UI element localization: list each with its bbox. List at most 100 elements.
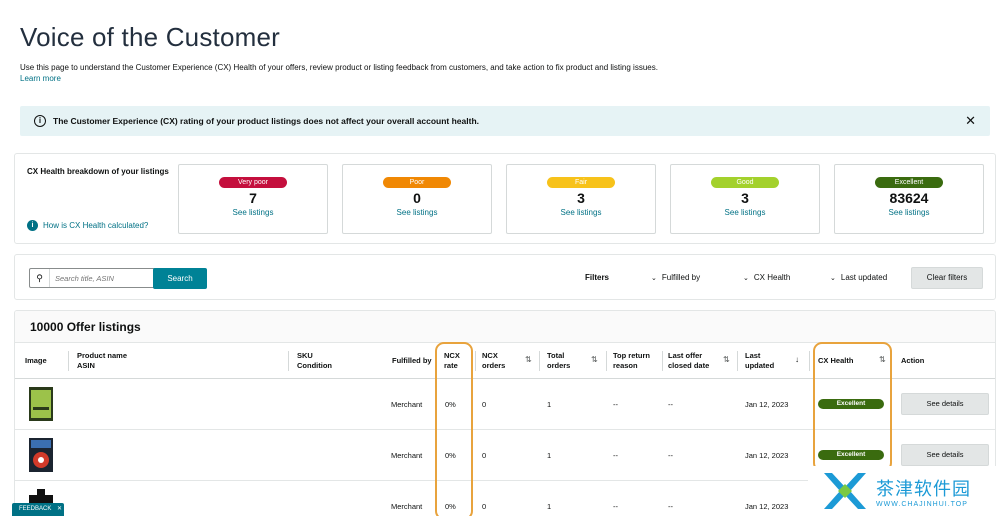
col-sku[interactable]: SKU Condition	[297, 351, 332, 371]
card-poor: Poor 0 See listings	[342, 164, 492, 234]
total-orders-value: 1	[547, 502, 552, 511]
chevron-down-icon: ⌄	[651, 275, 657, 282]
status-pill-poor: Poor	[383, 177, 451, 188]
cx-health-badge: Excellent	[818, 399, 884, 409]
top-return-value: --	[613, 451, 618, 460]
col-image: Image	[25, 356, 47, 365]
see-listings-fair[interactable]: See listings	[507, 208, 655, 217]
ncx-rate-value: 0%	[445, 502, 456, 511]
sort-icon[interactable]: ⇅	[591, 355, 598, 364]
sku-label: SKU	[297, 351, 313, 360]
arrow-down-icon[interactable]: ↓	[795, 355, 799, 364]
fulfilled-by-value: Merchant	[391, 400, 423, 409]
learn-more-link[interactable]: Learn more	[20, 73, 920, 84]
watermark: 茶津软件园 WWW.CHAJINHUI.TOP	[808, 466, 1002, 516]
cx-health-badge: Excellent	[818, 450, 884, 460]
col-divider	[475, 351, 476, 371]
col-ncx-rate[interactable]: NCX rate	[444, 351, 460, 371]
col-divider	[539, 351, 540, 371]
cx-health-dropdown[interactable]: ⌄ CX Health	[743, 273, 790, 282]
top-return-value: --	[613, 400, 618, 409]
info-icon: i	[34, 115, 46, 127]
last-offer-value: --	[668, 502, 673, 511]
fulfilled-by-value: Merchant	[391, 502, 423, 511]
watermark-text: 茶津软件园 WWW.CHAJINHUI.TOP	[876, 475, 971, 508]
count-poor: 0	[413, 190, 421, 206]
col-last-updated[interactable]: Last updated	[745, 351, 774, 371]
see-listings-good[interactable]: See listings	[671, 208, 819, 217]
see-details-button[interactable]: See details	[901, 444, 989, 466]
ncx-rate-value: 0%	[445, 451, 456, 460]
watermark-cn: 茶津软件园	[876, 478, 971, 500]
status-pill-very-poor: Very poor	[219, 177, 287, 188]
cx-health-breakdown: CX Health breakdown of your listings i H…	[14, 153, 996, 244]
last-updated-dropdown[interactable]: ⌄ Last updated	[830, 273, 887, 282]
search-icon: ⚲	[30, 269, 50, 287]
table-header: Image Product name ASIN SKU Condition Fu…	[15, 343, 995, 379]
search-input[interactable]	[50, 269, 154, 287]
page-title: Voice of the Customer	[20, 22, 280, 52]
breakdown-cards: Very poor 7 See listings Poor 0 See list…	[178, 164, 984, 234]
table-row: Merchant 0% 0 1 -- -- Jan 12, 2023 Excel…	[15, 379, 995, 430]
col-last-offer[interactable]: Last offer closed date	[668, 351, 709, 371]
product-thumbnail[interactable]	[29, 438, 53, 472]
sort-icon[interactable]: ⇅	[879, 355, 886, 364]
col-divider	[606, 351, 607, 371]
total-orders-label-2: orders	[547, 361, 571, 370]
feedback-tab[interactable]: FEEDBACK ✕	[12, 503, 64, 516]
col-divider	[662, 351, 663, 371]
col-fulfilled-by: Fulfilled by	[392, 356, 432, 365]
status-pill-good: Good	[711, 177, 779, 188]
card-excellent: Excellent 83624 See listings	[834, 164, 984, 234]
card-fair: Fair 3 See listings	[506, 164, 656, 234]
count-excellent: 83624	[889, 190, 929, 206]
col-ncx-orders[interactable]: NCX orders	[482, 351, 505, 371]
filters-label: Filters	[585, 273, 610, 282]
info-icon: i	[27, 220, 38, 231]
see-details-button[interactable]: See details	[901, 393, 989, 415]
card-very-poor: Very poor 7 See listings	[178, 164, 328, 234]
total-orders-label-1: Total	[547, 351, 565, 360]
top-return-label-1: Top return	[613, 351, 650, 360]
top-return-value: --	[613, 502, 618, 511]
ncx-rate-label-2: rate	[444, 361, 458, 370]
total-orders-value: 1	[547, 451, 552, 460]
asin-label: ASIN	[77, 361, 95, 370]
count-very-poor: 7	[249, 190, 257, 206]
last-offer-label-2: closed date	[668, 361, 710, 370]
clear-filters-button[interactable]: Clear filters	[911, 267, 983, 289]
col-top-return[interactable]: Top return reason	[613, 351, 650, 371]
breakdown-title: CX Health breakdown of your listings	[27, 167, 169, 176]
col-divider	[68, 351, 69, 371]
fulfilled-by-dropdown[interactable]: ⌄ Fulfilled by	[651, 273, 700, 282]
last-updated-value: Jan 12, 2023	[745, 502, 789, 511]
ncx-rate-value: 0%	[445, 400, 456, 409]
ncx-rate-label-1: NCX	[444, 351, 460, 360]
col-product-name[interactable]: Product name ASIN	[77, 351, 127, 371]
col-divider	[288, 351, 289, 371]
top-return-label-2: reason	[613, 361, 638, 370]
close-icon[interactable]: ✕	[57, 506, 62, 512]
count-fair: 3	[577, 190, 585, 206]
fulfilled-by-value: Merchant	[391, 451, 423, 460]
page-description: Use this page to understand the Customer…	[20, 62, 920, 84]
watermark-en: WWW.CHAJINHUI.TOP	[876, 500, 968, 508]
last-offer-label-1: Last offer	[668, 351, 703, 360]
close-icon[interactable]: ✕	[965, 114, 976, 127]
see-listings-poor[interactable]: See listings	[343, 208, 491, 217]
description-text: Use this page to understand the Customer…	[20, 63, 658, 72]
col-total-orders[interactable]: Total orders	[547, 351, 570, 371]
sort-icon[interactable]: ⇅	[723, 355, 730, 364]
status-pill-fair: Fair	[547, 177, 615, 188]
ncx-orders-label-2: orders	[482, 361, 506, 370]
cx-health-help-link[interactable]: i How is CX Health calculated?	[27, 220, 148, 231]
sort-icon[interactable]: ⇅	[525, 355, 532, 364]
see-listings-very-poor[interactable]: See listings	[179, 208, 327, 217]
product-thumbnail[interactable]	[29, 387, 53, 421]
last-updated-label-1: Last	[745, 351, 761, 360]
last-updated-label-2: updated	[745, 361, 775, 370]
search-button[interactable]: Search	[153, 268, 207, 289]
col-divider	[737, 351, 738, 371]
col-cx-health[interactable]: CX Health	[818, 356, 853, 366]
see-listings-excellent[interactable]: See listings	[835, 208, 983, 217]
